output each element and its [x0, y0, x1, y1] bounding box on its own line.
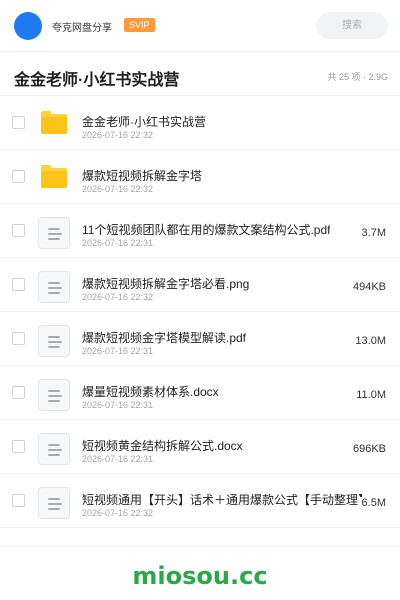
- file-date: 2026-07-16 22:32: [82, 292, 154, 302]
- file-name: 爆量短视频素材体系.docx: [82, 385, 219, 399]
- top-bar: 夸克网盘分享 SVIP 搜索: [0, 0, 400, 52]
- file-size: 13.0M: [351, 335, 386, 347]
- row-checkbox[interactable]: [12, 440, 25, 453]
- row-checkbox[interactable]: [12, 170, 25, 183]
- row-checkbox[interactable]: [12, 116, 25, 129]
- row-checkbox[interactable]: [12, 494, 25, 507]
- row-checkbox[interactable]: [12, 332, 25, 345]
- file-size: 3.7M: [357, 227, 386, 239]
- file-row[interactable]: 11个短视频团队都在用的爆款文案结构公式.pdf 2026-07-16 22:31…: [0, 204, 400, 258]
- file-row[interactable]: 爆量短视频素材体系.docx 2026-07-16 22:31 11.0M: [0, 366, 400, 420]
- file-row[interactable]: 短视频通用【开头】话术＋通用爆款公式【手动整理】： 2026-07-16 22:3…: [0, 474, 400, 528]
- folder-header: 金金老师·小红书实战营 共 25 项 · 2.9G: [0, 52, 400, 96]
- search-input[interactable]: 搜索: [316, 12, 388, 39]
- file-date: 2026-07-16 22:32: [82, 184, 154, 194]
- file-date: 2026-07-16 22:31: [82, 238, 154, 248]
- file-date: 2026-07-16 22:32: [82, 508, 154, 518]
- svip-badge: SVIP: [124, 18, 155, 32]
- watermark: miosou.cc: [132, 562, 268, 590]
- folder-icon: [38, 108, 70, 140]
- row-checkbox[interactable]: [12, 386, 25, 399]
- page-title: 金金老师·小红书实战营: [14, 72, 180, 89]
- file-name: 爆款短视频金字塔模型解读.pdf: [82, 331, 247, 345]
- file-name: 金金老师·小红书实战营: [82, 115, 206, 129]
- file-name: 爆款短视频拆解金字塔必看.png: [82, 277, 250, 291]
- document-icon: [38, 432, 70, 465]
- document-icon: [38, 324, 70, 357]
- file-date: 2026-07-16 22:32: [82, 130, 154, 140]
- file-name: 爆款短视频拆解金字塔: [82, 169, 203, 183]
- file-row[interactable]: 金金老师·小红书实战营 2026-07-16 22:32: [0, 96, 400, 150]
- file-date: 2026-07-16 22:31: [82, 346, 154, 356]
- app-name: 夸克网盘分享: [52, 23, 112, 34]
- document-icon: [38, 270, 70, 303]
- document-icon: [38, 378, 70, 411]
- folder-meta: 共 25 项 · 2.9G: [327, 72, 388, 82]
- file-date: 2026-07-16 22:31: [82, 454, 154, 464]
- file-size: 11.0M: [352, 389, 386, 401]
- footer-divider: [0, 546, 400, 547]
- file-name: 短视频黄金结构拆解公式.docx: [82, 439, 243, 453]
- file-row[interactable]: 爆款短视频拆解金字塔 2026-07-16 22:32: [0, 150, 400, 204]
- avatar[interactable]: [14, 12, 42, 40]
- file-date: 2026-07-16 22:31: [82, 400, 154, 410]
- row-checkbox[interactable]: [12, 278, 25, 291]
- file-name: 11个短视频团队都在用的爆款文案结构公式.pdf: [82, 223, 331, 237]
- file-name: 短视频通用【开头】话术＋通用爆款公式【手动整理】：: [82, 493, 362, 507]
- document-icon: [38, 216, 70, 249]
- file-list: 金金老师·小红书实战营 2026-07-16 22:32 爆款短视频拆解金字塔 202…: [0, 96, 400, 528]
- file-row[interactable]: 短视频黄金结构拆解公式.docx 2026-07-16 22:31 696KB: [0, 420, 400, 474]
- document-icon: [38, 486, 70, 519]
- file-row[interactable]: 爆款短视频拆解金字塔必看.png 2026-07-16 22:32 494KB: [0, 258, 400, 312]
- folder-icon: [38, 162, 70, 194]
- file-row[interactable]: 爆款短视频金字塔模型解读.pdf 2026-07-16 22:31 13.0M: [0, 312, 400, 366]
- file-size: 6.5M: [357, 497, 386, 509]
- row-checkbox[interactable]: [12, 224, 25, 237]
- file-size: 696KB: [348, 443, 386, 455]
- file-size: 494KB: [348, 281, 386, 293]
